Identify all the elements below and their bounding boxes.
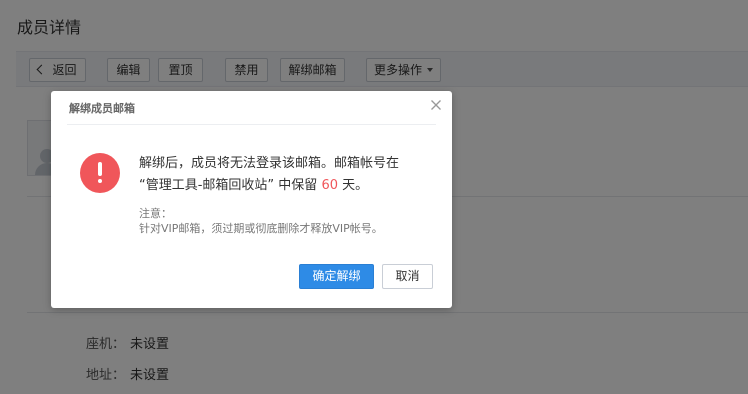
retention-days: 60 [321, 178, 338, 193]
dialog-message: 解绑后，成员将无法登录该邮箱。邮箱帐号在 “管理工具-邮箱回收站” 中保留 60… [139, 153, 439, 197]
cancel-button[interactable]: 取消 [382, 264, 433, 289]
message-line-1: 解绑后，成员将无法登录该邮箱。邮箱帐号在 [139, 156, 400, 171]
unbind-email-dialog: 解绑成员邮箱 解绑后，成员将无法登录该邮箱。邮箱帐号在 “管理工具-邮箱回收站”… [51, 91, 452, 308]
note-title: 注意： [139, 207, 172, 220]
message-line-2: “管理工具-邮箱回收站” 中保留 60 天。 [139, 178, 369, 193]
close-icon[interactable] [430, 99, 442, 111]
exclamation-circle-icon [80, 153, 120, 193]
confirm-unbind-button[interactable]: 确定解绑 [299, 264, 374, 289]
dialog-title: 解绑成员邮箱 [69, 102, 135, 115]
note-body: 针对VIP邮箱，须过期或彻底删除才释放VIP帐号。 [139, 222, 383, 235]
dialog-divider [67, 124, 436, 125]
